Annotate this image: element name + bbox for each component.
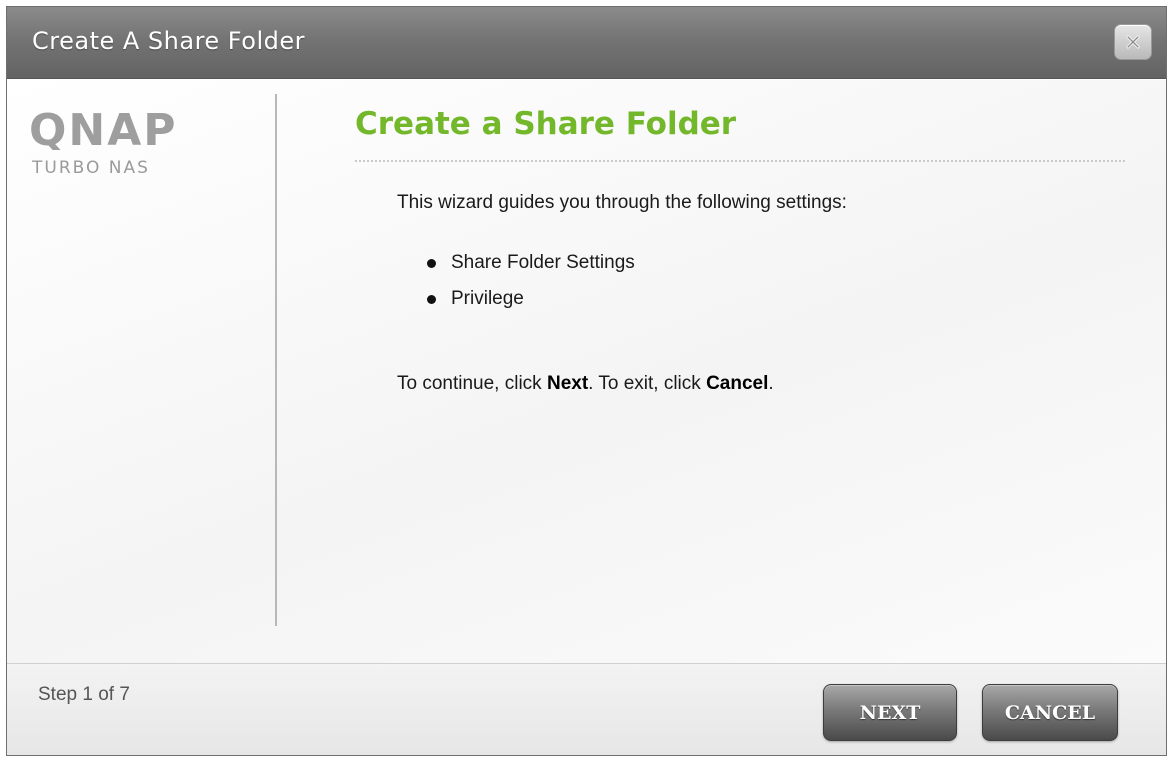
bullet-icon	[427, 294, 436, 304]
list-item: Privilege	[427, 281, 635, 317]
list-item: Share Folder Settings	[427, 245, 635, 281]
bullet-icon	[427, 258, 436, 268]
list-item-label: Share Folder Settings	[451, 252, 635, 273]
instructions-next-word: Next	[546, 373, 589, 394]
settings-list: Share Folder Settings Privilege	[427, 245, 635, 317]
window-title: Create A Share Folder	[32, 27, 305, 55]
sidebar-divider	[275, 94, 277, 626]
close-icon	[1126, 35, 1140, 49]
page-title: Create a Share Folder	[355, 106, 737, 142]
instructions-suffix: .	[768, 373, 774, 394]
qnap-logo: QNAP	[29, 108, 178, 150]
step-indicator: Step 1 of 7	[38, 684, 130, 705]
logo-subtitle: TURBO NAS	[32, 158, 150, 178]
instructions-prefix: To continue, click	[397, 373, 547, 394]
title-separator	[355, 160, 1125, 162]
next-button[interactable]: NEXT	[823, 684, 957, 741]
wizard-body: QNAP TURBO NAS Create a Share Folder Thi…	[7, 80, 1166, 663]
logo-text: QNAP	[29, 108, 178, 150]
list-item-label: Privilege	[451, 288, 524, 309]
intro-text: This wizard guides you through the follo…	[397, 192, 847, 213]
main-content: Create a Share Folder This wizard guides…	[355, 80, 1135, 663]
close-button[interactable]	[1114, 24, 1152, 60]
wizard-footer: Step 1 of 7 NEXT CANCEL	[7, 663, 1166, 755]
instructions-middle: . To exit, click	[588, 373, 707, 394]
wizard-window: Create A Share Folder QNAP TURBO NAS Cre…	[6, 6, 1167, 756]
instructions-text: To continue, click Next. To exit, click …	[397, 373, 774, 395]
sidebar: QNAP TURBO NAS	[7, 80, 275, 663]
title-bar[interactable]: Create A Share Folder	[7, 7, 1166, 79]
cancel-button[interactable]: CANCEL	[982, 684, 1118, 741]
instructions-cancel-word: Cancel	[706, 373, 769, 394]
